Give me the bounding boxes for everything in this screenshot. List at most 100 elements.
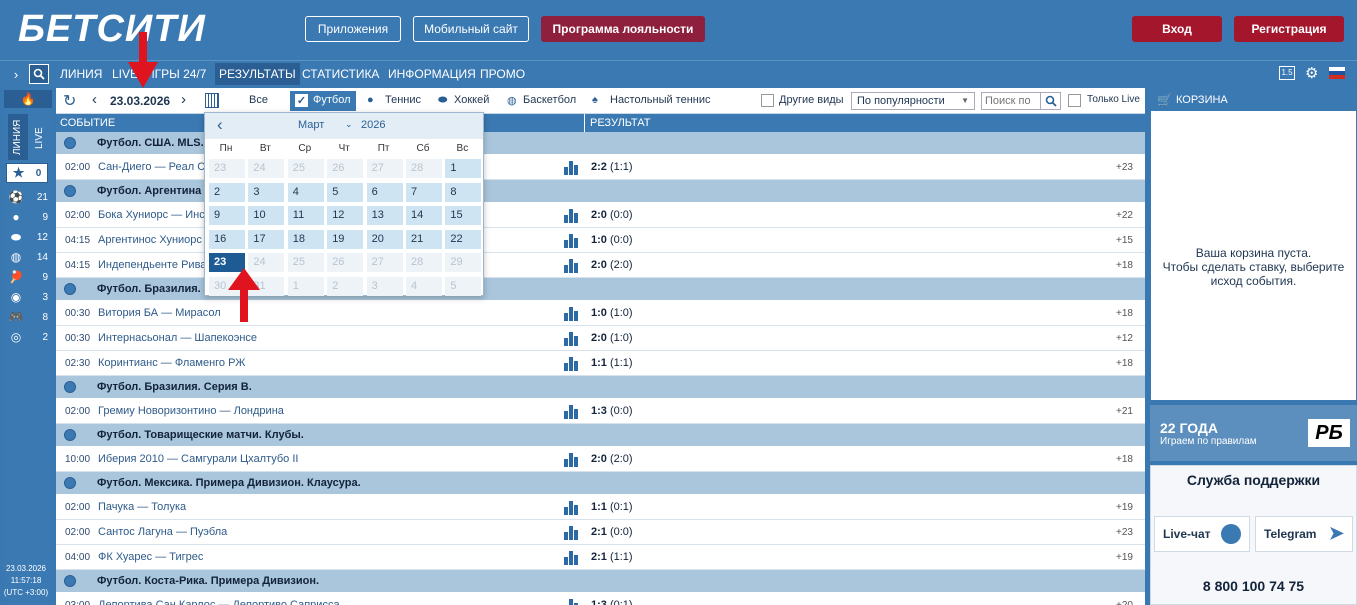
event-name[interactable]: Индепендьенте Рива [98,253,206,278]
more-markets-count[interactable]: +18 [1116,301,1133,326]
odds-format-badge[interactable]: 1.5 [1279,66,1295,80]
more-markets-count[interactable]: +19 [1116,545,1133,570]
event-row[interactable]: 00:30 Интернасьонал — Шапекоэнсе 2:0 (1:0)… [56,326,1145,351]
search-input[interactable] [981,92,1041,110]
sport-basketball[interactable]: ◍ 14 [4,247,52,267]
event-name[interactable]: Гремиу Новоризонтино — Лондрина [98,399,284,424]
event-row[interactable]: 10:00 Иберия 2010 — Самгурали Цхалтубо II… [56,447,1145,472]
filter-live-only[interactable]: Только Live [1087,94,1140,105]
stats-icon[interactable] [564,501,579,515]
sport-football[interactable]: ⚽ 21 [4,187,52,207]
stats-icon[interactable] [564,453,579,467]
calendar-day[interactable]: 5 [327,182,364,202]
calendar-day[interactable]: 14 [406,206,442,225]
loyalty-button[interactable]: Программа лояльности [541,16,705,42]
stats-icon[interactable] [564,161,579,175]
prev-month-icon[interactable]: ‹ [217,115,223,135]
calendar-day[interactable]: 4 [287,182,324,202]
calendar-day[interactable]: 2 [209,182,245,202]
prev-date-icon[interactable]: ‹ [92,91,97,108]
calendar-day[interactable]: 3 [248,182,285,202]
league-row[interactable]: Футбол. Бразилия. Серия B. [56,376,1145,399]
more-markets-count[interactable]: +23 [1116,155,1133,180]
live-only-checkbox[interactable] [1068,94,1081,107]
event-name[interactable]: Коринтианс — Фламенго РЖ [98,351,245,376]
tab-live[interactable]: LIVE [30,118,50,158]
sport-other[interactable]: ◎ 2 [4,327,52,347]
nav-results[interactable]: РЕЗУЛЬТАТЫ [215,63,300,85]
filter-football[interactable]: Футбол [313,94,351,106]
event-row[interactable]: 03:00 Депортива Сан Карлос — Депортиво Са… [56,593,1145,605]
event-name[interactable]: ФК Хуарес — Тигрес [98,545,203,570]
event-row[interactable]: 02:00 Пачука — Толука 1:1 (0:1) +19 [56,495,1145,520]
mobile-site-button[interactable]: Мобильный сайт [413,16,529,42]
event-name[interactable]: Иберия 2010 — Самгурали Цхалтубо II [98,447,298,472]
calendar-day[interactable]: 10 [248,206,285,225]
more-markets-count[interactable]: +19 [1116,495,1133,520]
telegram-button[interactable]: Telegram ➤ [1255,516,1353,552]
calendar-day[interactable]: 6 [366,182,403,202]
support-phone[interactable]: 8 800 100 74 75 [1151,578,1356,594]
nav-info[interactable]: ИНФОРМАЦИЯ [388,67,476,81]
calendar-day[interactable]: 17 [248,229,285,249]
apps-button[interactable]: Приложения [305,16,401,42]
search-icon[interactable] [29,64,49,84]
calendar-day[interactable]: 15 [445,206,482,225]
event-row[interactable]: 02:00 Сантос Лагуна — Пуэбла 2:1 (0:0) +23 [56,520,1145,545]
more-markets-count[interactable]: +15 [1116,228,1133,253]
nav-promo[interactable]: ПРОМО [480,67,525,81]
live-chat-button[interactable]: Live-чат [1154,516,1250,552]
calendar-day[interactable]: 20 [366,229,403,249]
more-markets-count[interactable]: +20 [1116,593,1133,605]
event-name[interactable]: Депортива Сан Карлос — Депортиво Саприсс… [98,593,340,605]
nav-statistics[interactable]: СТАТИСТИКА [302,67,379,81]
calendar-day[interactable]: 21 [406,229,442,249]
event-row[interactable]: 04:00 ФК Хуарес — Тигрес 2:1 (1:1) +19 [56,545,1145,570]
flag-ru-icon[interactable] [1329,67,1345,79]
stats-icon[interactable] [564,599,579,605]
gear-icon[interactable]: ⚙ [1305,64,1318,82]
event-name[interactable]: Витория БА — Мирасол [98,301,221,326]
more-markets-count[interactable]: +22 [1116,203,1133,228]
more-markets-count[interactable]: +18 [1116,447,1133,472]
event-row[interactable]: 02:00 Гремиу Новоризонтино — Лондрина 1:3 … [56,399,1145,424]
more-markets-count[interactable]: +12 [1116,326,1133,351]
calendar-day[interactable]: 7 [406,182,442,202]
stats-icon[interactable] [564,209,579,223]
more-markets-count[interactable]: +21 [1116,399,1133,424]
filter-table-tennis[interactable]: Настольный теннис [610,94,711,106]
stats-icon[interactable] [564,307,579,321]
sort-select[interactable]: По популярности ▼ [851,92,975,110]
more-markets-count[interactable]: +18 [1116,351,1133,376]
football-checkbox[interactable]: ✓ [295,94,308,107]
more-markets-count[interactable]: +23 [1116,520,1133,545]
calendar-day[interactable]: 13 [366,206,403,225]
event-name[interactable]: Интернасьонал — Шапекоэнсе [98,326,257,351]
calendar-month[interactable]: Март [298,119,324,131]
login-button[interactable]: Вход [1132,16,1222,42]
fire-icon[interactable]: 🔥 [4,90,52,108]
sport-table-tennis[interactable]: 🏓 9 [4,267,52,287]
stats-icon[interactable] [564,551,579,565]
nav-line[interactable]: ЛИНИЯ [60,67,102,81]
league-row[interactable]: Футбол. Товарищеские матчи. Клубы. [56,424,1145,447]
stats-icon[interactable] [564,526,579,540]
search-button[interactable] [1040,92,1061,110]
stats-icon[interactable] [564,259,579,273]
stats-icon[interactable] [564,357,579,371]
sport-tennis[interactable]: ● 9 [4,207,52,227]
chevron-down-icon[interactable]: ⌄ [345,119,353,130]
event-row[interactable]: 02:30 Коринтианс — Фламенго РЖ 1:1 (1:1) +1… [56,351,1145,376]
calendar-day[interactable]: 9 [209,206,245,225]
stats-icon[interactable] [564,332,579,346]
calendar-day[interactable]: 11 [287,206,324,225]
date-display[interactable]: 23.03.2026 [110,94,170,108]
sport-hockey[interactable]: ⬬ 12 [4,227,52,247]
favorites-item[interactable]: ★ 0 [6,163,48,183]
sport-esports[interactable]: 🎮 8 [4,307,52,327]
calendar-day[interactable]: 8 [445,182,482,202]
event-name[interactable]: Бока Хуниорс — Инст [98,203,210,228]
refresh-icon[interactable]: ↻ [63,91,76,111]
more-markets-count[interactable]: +18 [1116,253,1133,278]
filter-basketball[interactable]: Баскетбол [523,94,576,106]
